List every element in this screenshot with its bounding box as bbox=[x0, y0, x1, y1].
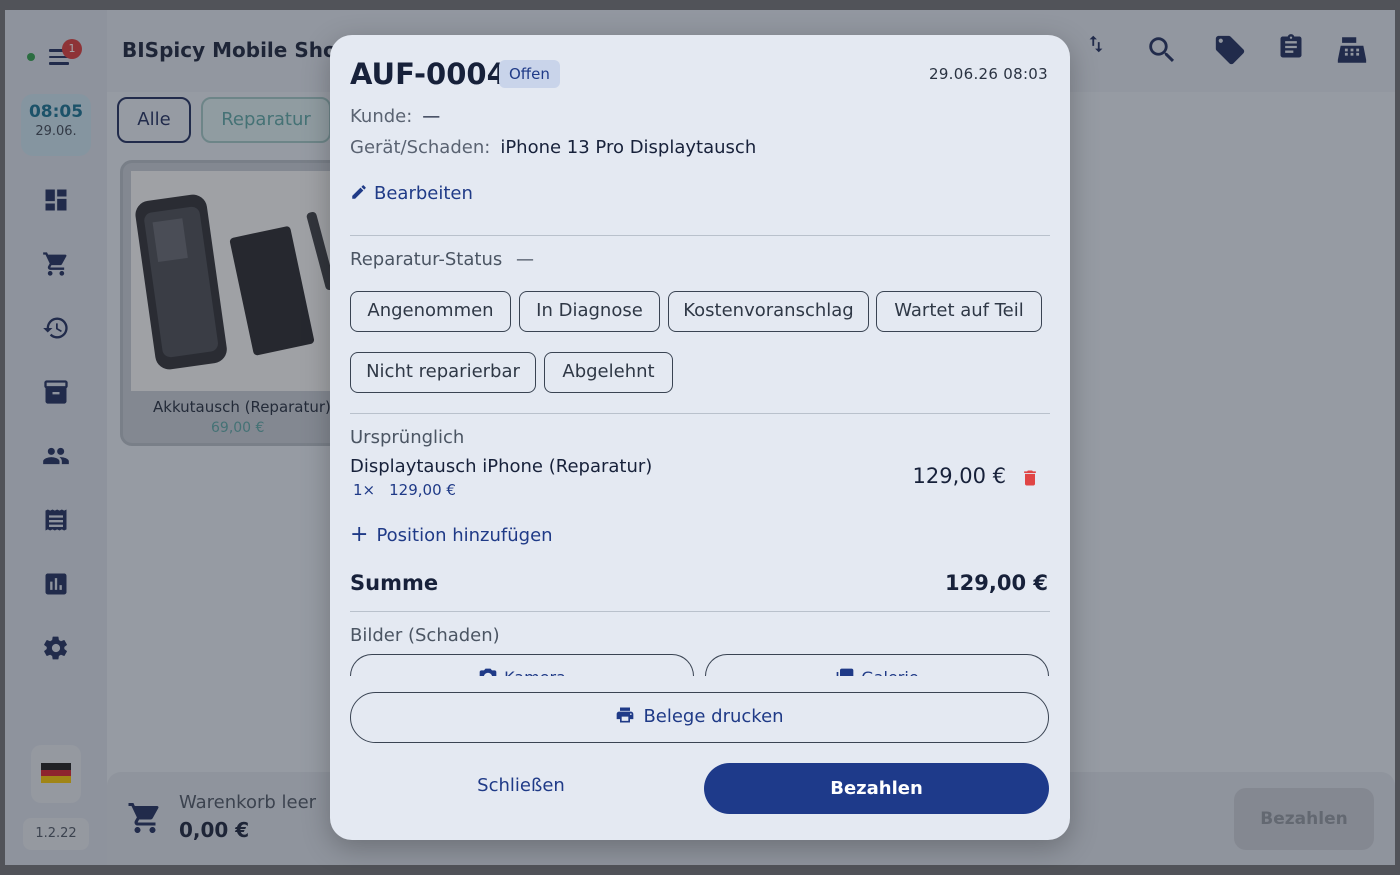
camera-button[interactable]: Kamera bbox=[350, 654, 694, 676]
status-option-nicht-reparierbar[interactable]: Nicht reparierbar bbox=[350, 352, 536, 393]
status-option-abgelehnt[interactable]: Abgelehnt bbox=[544, 352, 673, 393]
print-receipts-button[interactable]: Belege drucken bbox=[350, 692, 1049, 743]
order-status-badge: Offen bbox=[499, 60, 560, 88]
camera-label: Kamera bbox=[351, 667, 693, 676]
status-option-kostenvoranschlag[interactable]: Kostenvoranschlag bbox=[668, 291, 869, 332]
pay-button[interactable]: Bezahlen bbox=[704, 763, 1049, 814]
delete-line-item-button[interactable] bbox=[1020, 467, 1040, 489]
line-item-unit-price: 129,00 € bbox=[389, 481, 456, 499]
trash-icon bbox=[1024, 470, 1036, 486]
order-id: AUF-0004 bbox=[350, 57, 507, 91]
add-position-button[interactable]: + Position hinzufügen bbox=[350, 522, 553, 547]
line-item-name: Displaytausch iPhone (Reparatur) bbox=[350, 456, 653, 477]
line-item-qty: 1× bbox=[353, 481, 376, 499]
device-value: iPhone 13 Pro Displaytausch bbox=[500, 137, 757, 158]
status-option-in-diagnose[interactable]: In Diagnose bbox=[519, 291, 660, 332]
sum-value: 129,00 € bbox=[945, 571, 1048, 595]
sum-label: Summe bbox=[350, 571, 439, 595]
edit-button[interactable]: Bearbeiten bbox=[350, 183, 473, 204]
repair-status-label: Reparatur-Status bbox=[350, 249, 503, 270]
edit-label: Bearbeiten bbox=[374, 183, 473, 204]
pencil-icon bbox=[352, 185, 366, 199]
device-label: Gerät/Schaden: bbox=[350, 137, 491, 158]
original-label: Ursprünglich bbox=[350, 427, 465, 448]
status-option-wartet-auf-teil[interactable]: Wartet auf Teil bbox=[876, 291, 1042, 332]
line-item-total: 129,00 € bbox=[912, 464, 1006, 488]
printer-icon bbox=[617, 707, 634, 723]
customer-label: Kunde: bbox=[350, 106, 413, 127]
repair-status-row: Reparatur-Status — bbox=[350, 249, 534, 270]
plus-icon: + bbox=[350, 522, 369, 547]
gallery-icon bbox=[836, 668, 854, 676]
order-datetime: 29.06.26 08:03 bbox=[929, 65, 1048, 83]
repair-status-value: — bbox=[515, 249, 534, 270]
line-item-meta: 1× 129,00 € bbox=[353, 481, 470, 499]
gallery-label: Galerie bbox=[706, 667, 1048, 676]
divider bbox=[350, 413, 1050, 414]
add-position-label: Position hinzufügen bbox=[376, 525, 553, 546]
close-button[interactable]: Schließen bbox=[430, 775, 612, 805]
camera-icon bbox=[479, 668, 497, 676]
status-option-angenommen[interactable]: Angenommen bbox=[350, 291, 511, 332]
order-dialog: AUF-0004 Offen 29.06.26 08:03 Kunde: — Ge… bbox=[330, 35, 1070, 840]
print-label: Belege drucken bbox=[643, 706, 784, 727]
customer-value: — bbox=[422, 106, 441, 127]
images-label: Bilder (Schaden) bbox=[350, 625, 500, 646]
customer-row: Kunde: — bbox=[350, 106, 440, 127]
divider bbox=[350, 611, 1050, 612]
divider bbox=[350, 235, 1050, 236]
gallery-button[interactable]: Galerie bbox=[705, 654, 1049, 676]
device-row: Gerät/Schaden: iPhone 13 Pro Displaytausc… bbox=[350, 137, 756, 158]
